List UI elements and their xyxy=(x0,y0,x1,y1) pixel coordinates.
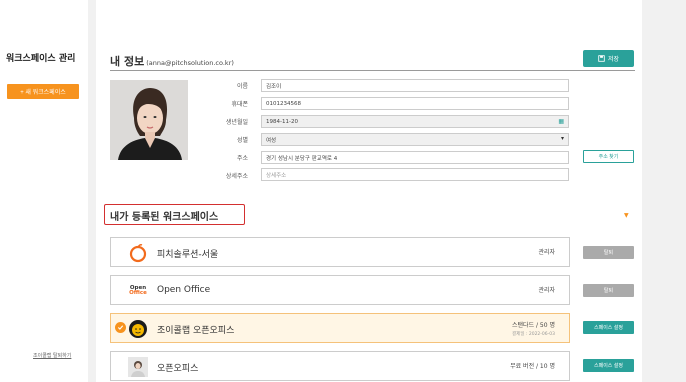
detail-address-field[interactable]: 상세주소 xyxy=(261,168,569,181)
save-button[interactable]: 저장 xyxy=(583,50,634,67)
leave-workspace-button[interactable]: 탈퇴 xyxy=(583,246,634,259)
profile-title: 내 정보 xyxy=(110,55,145,68)
workspace-plan-text: 스탠다드 / 50 명 xyxy=(512,322,555,329)
address-value: 경기 성남시 분당구 판교역로 4 xyxy=(266,155,338,162)
leave-service-link[interactable]: 조이콜랩 탈퇴하기 xyxy=(33,352,71,359)
address-label: 주소 xyxy=(236,155,248,162)
workspace-role: 관리자 xyxy=(538,287,555,294)
detail-address-placeholder: 상세주소 xyxy=(266,172,287,179)
workspace-card[interactable]: Open Office Open Office 관리자 xyxy=(110,275,570,305)
open-office-logo-icon: Open Office xyxy=(128,281,148,301)
person-portrait-icon xyxy=(110,80,188,160)
space-settings-button[interactable]: 스페이스 설정 xyxy=(583,321,634,334)
gender-label: 성별 xyxy=(236,137,248,144)
workspace-name: Open Office xyxy=(157,285,211,295)
birth-label: 생년월일 xyxy=(225,119,248,126)
profile-section-title: 내 정보 (anna@pitchsolution.co.kr) xyxy=(110,53,234,69)
space-settings-button[interactable]: 스페이스 설정 xyxy=(583,359,634,372)
calendar-icon[interactable]: ▦ xyxy=(558,118,564,125)
workspace-card-selected[interactable]: 조이콜랩 오픈오피스 스탠다드 / 50 명 결제일 : 2022-06-03 xyxy=(110,313,570,343)
apple-logo-icon xyxy=(128,243,148,263)
profile-divider xyxy=(110,70,635,71)
chevron-down-icon: ▾ xyxy=(560,135,564,142)
workspace-role: 무료 버전 / 10 명 xyxy=(510,363,555,370)
workspace-role: 관리자 xyxy=(538,249,555,256)
selected-check-icon xyxy=(115,322,126,333)
birth-value: 1984-11-20 xyxy=(266,118,298,125)
gender-select[interactable]: 여성 ▾ xyxy=(261,133,569,146)
workspace-section-title: 내가 등록된 워크스페이스 xyxy=(110,212,219,223)
detail-address-label: 상세주소 xyxy=(225,173,248,180)
gender-value: 여성 xyxy=(266,137,277,144)
workspace-card[interactable]: 피치솔루션-서울 관리자 xyxy=(110,237,570,267)
workspace-card[interactable]: 오픈오피스 무료 버전 / 10 명 xyxy=(110,351,570,381)
name-field[interactable]: 김조이 xyxy=(261,79,569,92)
logo-text-bottom: Office xyxy=(129,290,147,296)
address-field[interactable]: 경기 성남시 분당구 판교역로 4 xyxy=(261,151,569,164)
collapse-toggle-icon[interactable]: ▼ xyxy=(624,212,629,219)
person-photo-icon xyxy=(128,357,148,377)
birth-field[interactable]: 1984-11-20 ▦ xyxy=(261,115,569,128)
find-address-button[interactable]: 주소 찾기 xyxy=(583,150,634,163)
phone-value: 0101234568 xyxy=(266,100,301,107)
workspace-plan: 스탠다드 / 50 명 결제일 : 2022-06-03 xyxy=(512,320,555,337)
workspace-name: 조이콜랩 오픈오피스 xyxy=(157,326,235,336)
name-label: 이름 xyxy=(236,83,248,90)
save-button-label: 저장 xyxy=(607,57,620,63)
leave-workspace-button[interactable]: 탈퇴 xyxy=(583,284,634,297)
profile-email: (anna@pitchsolution.co.kr) xyxy=(146,59,234,67)
name-value: 김조이 xyxy=(266,83,282,90)
save-icon xyxy=(598,55,605,62)
phone-label: 휴대폰 xyxy=(231,101,248,108)
sidebar-title: 워크스페이스 관리 xyxy=(6,54,76,64)
workspace-name: 피치솔루션-서울 xyxy=(157,250,219,260)
joycollab-logo-icon xyxy=(128,319,148,339)
workspace-name: 오픈오피스 xyxy=(157,364,199,374)
phone-field[interactable]: 0101234568 xyxy=(261,97,569,110)
new-workspace-button[interactable]: + 새 워크스페이스 xyxy=(7,84,79,99)
workspace-payment-date: 결제일 : 2022-06-03 xyxy=(512,332,555,337)
profile-photo[interactable] xyxy=(110,80,188,160)
